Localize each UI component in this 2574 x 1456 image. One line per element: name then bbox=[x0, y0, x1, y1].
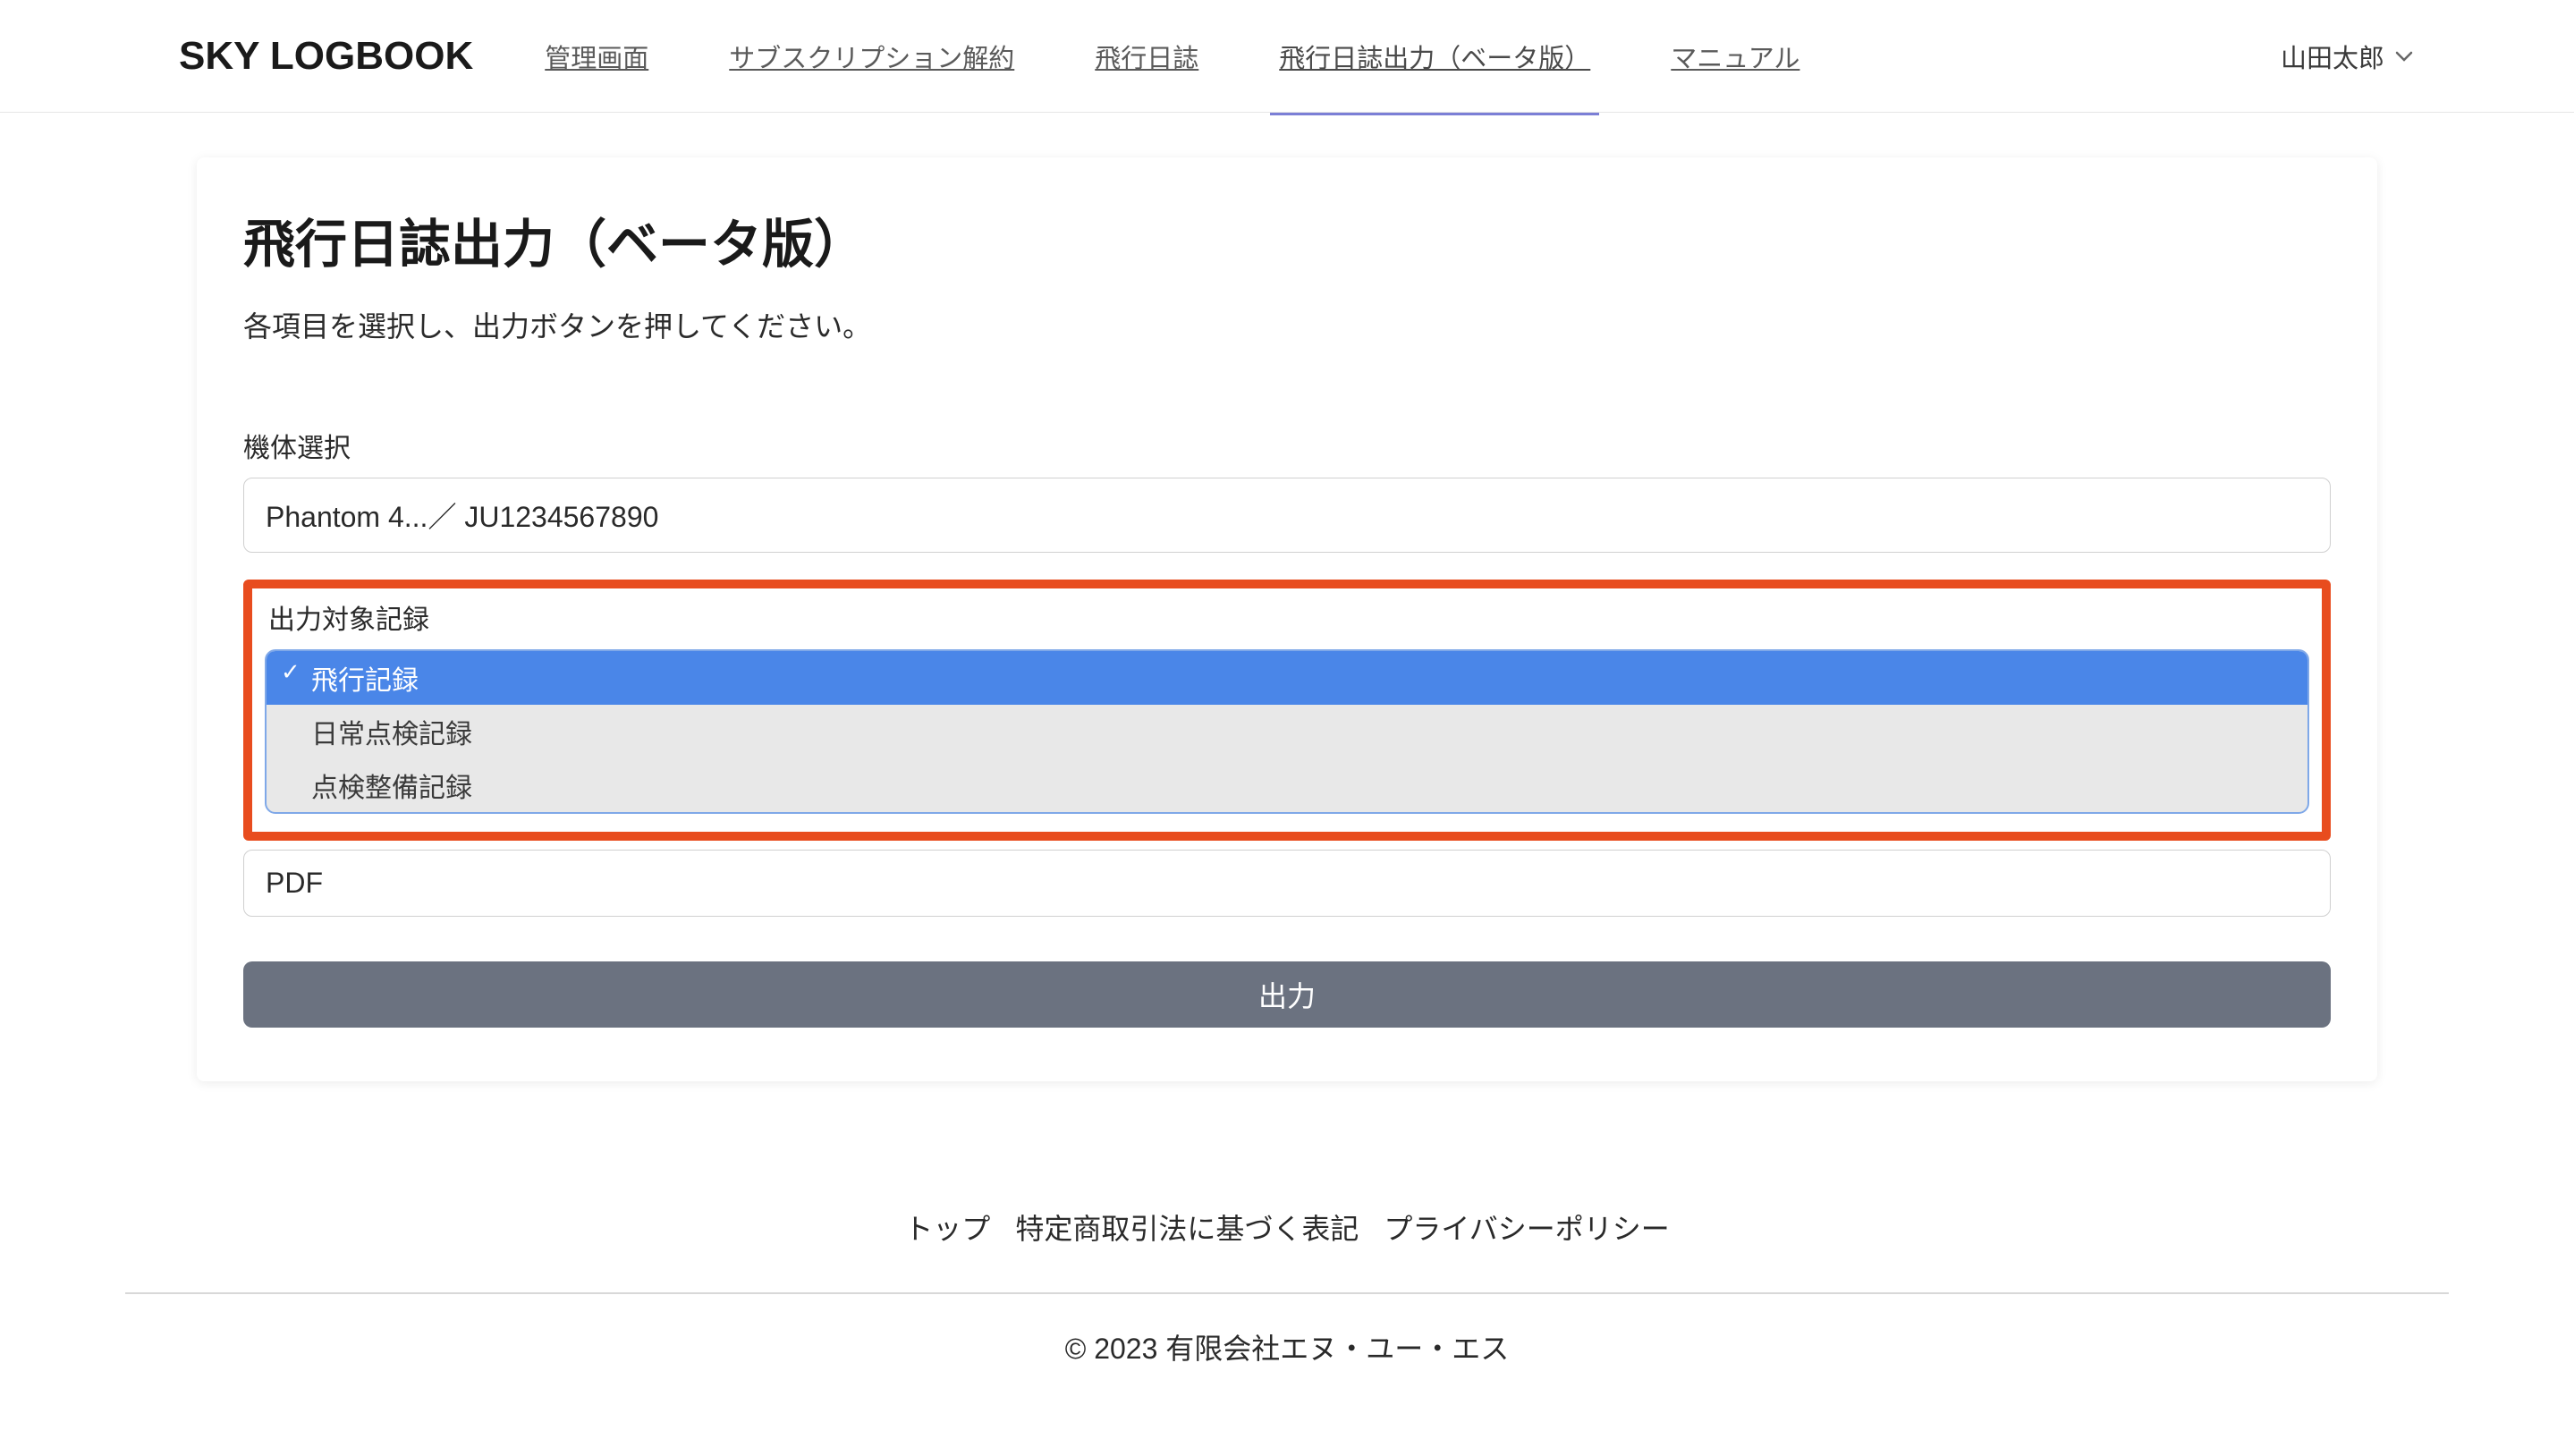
user-name: 山田太郎 bbox=[2281, 38, 2384, 75]
format-select[interactable]: PDF bbox=[243, 850, 2331, 917]
nav-item-flight-log-export[interactable]: 飛行日誌出力（ベータ版） bbox=[1279, 0, 1590, 115]
dropdown-option-daily-inspection[interactable]: 日常点検記録 bbox=[267, 705, 2307, 758]
footer-link-top[interactable]: トップ bbox=[904, 1206, 990, 1248]
nav-item-subscription-cancel[interactable]: サブスクリプション解約 bbox=[729, 0, 1014, 115]
footer-links: トップ 特定商取引法に基づく表記 プライバシーポリシー bbox=[0, 1206, 2574, 1292]
header: SKY LOGBOOK 管理画面 サブスクリプション解約 飛行日誌 飛行日誌出力… bbox=[0, 0, 2574, 113]
aircraft-select[interactable]: Phantom 4...／ JU1234567890 bbox=[243, 478, 2331, 553]
format-field-group: PDF bbox=[243, 850, 2331, 917]
record-type-dropdown[interactable]: 飛行記録 日常点検記録 点検整備記録 bbox=[265, 649, 2309, 814]
footer: トップ 特定商取引法に基づく表記 プライバシーポリシー © 2023 有限会社エ… bbox=[0, 1206, 2574, 1400]
export-card: 飛行日誌出力（ベータ版） 各項目を選択し、出力ボタンを押してください。 機体選択… bbox=[197, 157, 2377, 1081]
nav-item-flight-log[interactable]: 飛行日誌 bbox=[1095, 0, 1198, 115]
user-menu[interactable]: 山田太郎 bbox=[2281, 38, 2413, 75]
record-type-highlight: 出力対象記録 飛行記録 日常点検記録 点検整備記録 bbox=[243, 580, 2331, 841]
export-button[interactable]: 出力 bbox=[243, 961, 2331, 1028]
nav-item-manual[interactable]: マニュアル bbox=[1671, 0, 1799, 115]
aircraft-field-group: 機体選択 Phantom 4...／ JU1234567890 bbox=[243, 426, 2331, 553]
footer-link-privacy-policy[interactable]: プライバシーポリシー bbox=[1384, 1206, 1669, 1248]
nav-item-admin[interactable]: 管理画面 bbox=[545, 0, 648, 115]
page-title: 飛行日誌出力（ベータ版） bbox=[243, 202, 2331, 277]
record-type-label: 出力対象記録 bbox=[258, 594, 2316, 637]
page-subtitle: 各項目を選択し、出力ボタンを押してください。 bbox=[243, 304, 2331, 345]
dropdown-option-maintenance-inspection[interactable]: 点検整備記録 bbox=[267, 758, 2307, 812]
chevron-down-icon bbox=[2395, 51, 2413, 62]
footer-link-transactions-law[interactable]: 特定商取引法に基づく表記 bbox=[1015, 1206, 1359, 1248]
logo: SKY LOGBOOK bbox=[179, 34, 473, 79]
aircraft-label: 機体選択 bbox=[243, 426, 2331, 465]
copyright: © 2023 有限会社エヌ・ユー・エス bbox=[0, 1294, 2574, 1400]
main-content: 飛行日誌出力（ベータ版） 各項目を選択し、出力ボタンを押してください。 機体選択… bbox=[0, 113, 2574, 1081]
dropdown-option-flight-record[interactable]: 飛行記録 bbox=[267, 651, 2307, 705]
main-nav: 管理画面 サブスクリプション解約 飛行日誌 飛行日誌出力（ベータ版） マニュアル bbox=[545, 0, 2281, 115]
